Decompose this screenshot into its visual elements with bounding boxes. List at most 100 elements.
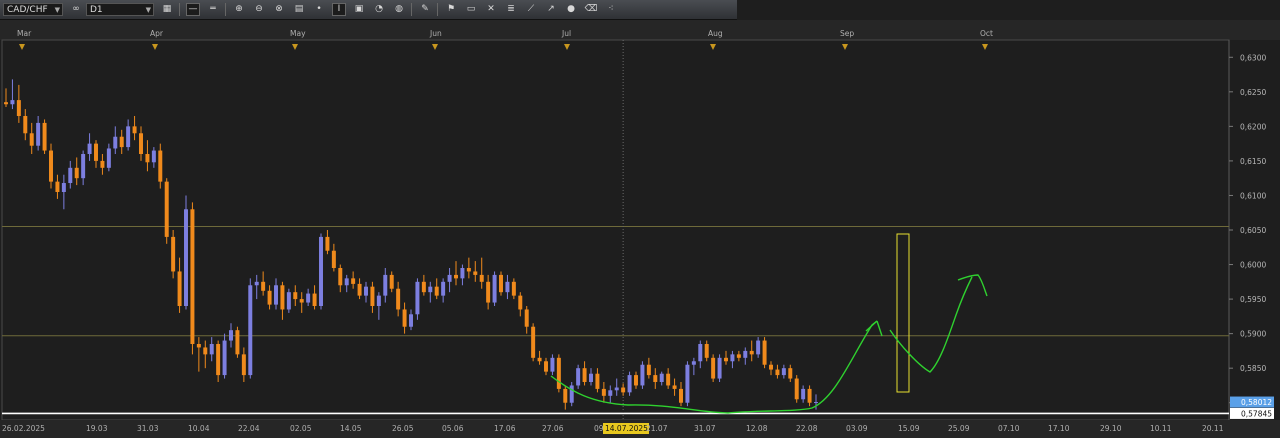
price-label: 0,57845: [1241, 409, 1272, 418]
bearish-candle: [325, 236, 330, 251]
bearish-candle: [736, 354, 741, 358]
bullish-candle: [608, 390, 613, 396]
bullish-candle: [814, 402, 818, 404]
bearish-candle: [679, 388, 683, 403]
bearish-candle: [145, 154, 150, 163]
bullish-candle: [743, 350, 748, 358]
month-label: May: [290, 29, 306, 38]
bullish-candle: [698, 344, 703, 362]
bullish-candle: [614, 387, 619, 391]
bearish-candle: [582, 368, 587, 382]
bearish-candle: [762, 340, 767, 365]
bullish-candle: [68, 167, 73, 184]
bullish-candle: [344, 278, 349, 286]
bullish-candle: [627, 375, 632, 393]
bullish-candle: [209, 344, 214, 355]
date-tick-label: 25.09: [948, 424, 970, 433]
bullish-candle: [126, 126, 131, 148]
date-tick-label: 29.10: [1100, 424, 1122, 433]
bearish-candle: [119, 136, 124, 148]
price-tick-label: 0,5850: [1240, 364, 1266, 373]
month-label: Mar: [17, 29, 32, 38]
bearish-candle: [29, 133, 34, 146]
bullish-candle: [184, 209, 188, 306]
month-ruler-bg: [0, 20, 1280, 40]
date-tick-label: 10.04: [188, 424, 210, 433]
bullish-candle: [248, 285, 253, 376]
month-label: Jul: [561, 29, 571, 38]
bearish-candle: [216, 344, 221, 376]
bearish-candle: [807, 388, 812, 403]
bearish-candle: [190, 209, 195, 344]
bullish-candle: [801, 388, 806, 400]
bullish-candle: [492, 274, 497, 303]
bearish-candle: [544, 361, 548, 372]
bearish-candle: [396, 288, 401, 310]
bearish-candle: [42, 122, 47, 151]
bearish-candle: [299, 299, 304, 303]
price-tick-label: 0,6050: [1240, 226, 1266, 235]
bearish-candle: [511, 281, 516, 296]
date-tick-label: 09: [594, 424, 604, 433]
date-tick-label: 17.10: [1048, 424, 1070, 433]
bearish-candle: [74, 167, 79, 179]
bearish-candle: [621, 387, 626, 393]
bearish-candle: [164, 181, 169, 237]
bullish-candle: [441, 281, 446, 296]
price-chart[interactable]: Mar Apr May Jun Jul Aug Sep Oct 0,6300 0,6250 0,6…: [0, 0, 1280, 438]
bullish-candle: [61, 183, 66, 192]
bearish-candle: [634, 375, 638, 386]
bullish-candle: [286, 292, 291, 310]
bearish-candle: [16, 100, 21, 116]
month-label: Aug: [708, 29, 723, 38]
bearish-candle: [595, 373, 600, 389]
bearish-candle: [788, 368, 793, 379]
bearish-candle: [666, 373, 671, 386]
bearish-candle: [479, 274, 484, 282]
bullish-candle: [87, 143, 92, 154]
bullish-candle: [640, 364, 645, 386]
bearish-candle: [196, 344, 201, 348]
price-tick-label: 0,6100: [1240, 191, 1266, 200]
bearish-candle: [473, 271, 478, 275]
bearish-candle: [203, 347, 208, 355]
bullish-candle: [376, 295, 381, 306]
bearish-candle: [486, 281, 491, 303]
price-tick-label: 0,5950: [1240, 295, 1266, 304]
bearish-candle: [280, 285, 285, 310]
bullish-candle: [81, 154, 86, 179]
date-tick-label: 27.06: [542, 424, 564, 433]
bearish-candle: [4, 102, 8, 105]
bullish-candle: [319, 236, 323, 306]
bearish-candle: [704, 344, 709, 358]
bullish-candle: [10, 100, 15, 105]
bearish-candle: [23, 116, 28, 134]
bullish-candle: [106, 148, 111, 168]
bearish-candle: [357, 283, 362, 296]
date-tick-label: 14.05: [340, 424, 362, 433]
date-tick-label: 19.03: [86, 424, 108, 433]
bearish-candle: [454, 274, 458, 279]
bullish-candle: [717, 357, 722, 379]
bullish-candle: [569, 385, 574, 403]
bearish-candle: [132, 126, 137, 134]
price-tick-label: 0,6300: [1240, 53, 1266, 62]
bearish-candle: [338, 268, 343, 286]
month-label: Sep: [840, 29, 854, 38]
date-tick-label: 20.11: [1202, 424, 1224, 433]
price-tick-label: 0,6150: [1240, 157, 1266, 166]
bullish-candle: [589, 373, 593, 382]
bullish-candle: [428, 286, 433, 293]
bearish-candle: [389, 274, 394, 289]
date-tick-label: 22.08: [796, 424, 818, 433]
price-tick-label: 0,6250: [1240, 88, 1266, 97]
bearish-candle: [158, 150, 163, 182]
bearish-candle: [241, 354, 246, 376]
bearish-candle: [499, 274, 503, 293]
bearish-candle: [518, 295, 523, 310]
bearish-candle: [261, 281, 266, 291]
bullish-candle: [460, 268, 465, 279]
bullish-candle: [691, 361, 696, 365]
bullish-candle: [415, 281, 420, 315]
month-label: Apr: [150, 29, 164, 38]
